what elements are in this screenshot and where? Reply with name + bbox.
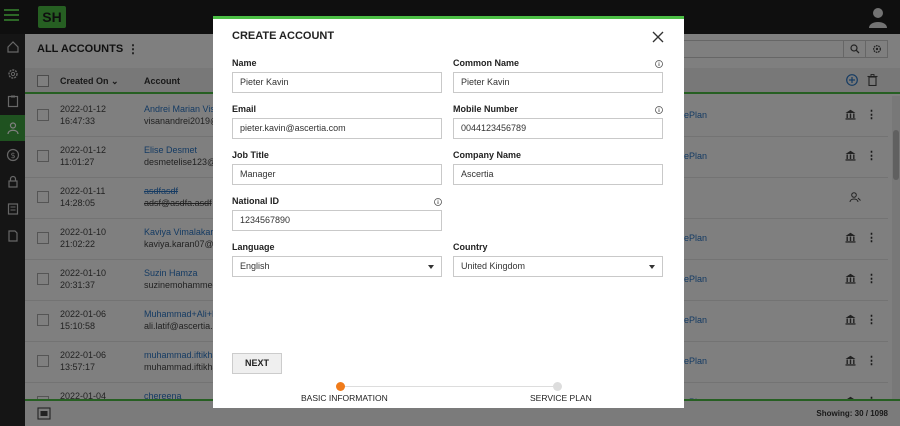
job-title-label: Job Title	[232, 150, 269, 160]
email-label: Email	[232, 104, 257, 114]
dropdown-caret-icon	[428, 265, 434, 269]
close-icon[interactable]	[652, 31, 664, 43]
info-icon[interactable]	[434, 198, 442, 206]
stepper-line	[340, 386, 557, 387]
step-dot-basic-information[interactable]	[336, 382, 345, 391]
dropdown-caret-icon	[649, 265, 655, 269]
language-select[interactable]: English	[232, 256, 442, 277]
step-label-service-plan: SERVICE PLAN	[530, 393, 592, 403]
modal-title: CREATE ACCOUNT	[232, 30, 335, 42]
info-icon[interactable]	[655, 60, 663, 68]
job-title-input[interactable]: Manager	[232, 164, 442, 185]
create-account-modal: CREATE ACCOUNT Name Pieter Kavin Common …	[213, 16, 684, 408]
country-label: Country	[453, 242, 488, 252]
mobile-number-label: Mobile Number	[453, 104, 519, 114]
language-label: Language	[232, 242, 275, 252]
name-input[interactable]: Pieter Kavin	[232, 72, 442, 93]
name-label: Name	[232, 58, 257, 68]
company-name-label: Company Name	[453, 150, 522, 160]
country-selected-value: United Kingdom	[461, 261, 526, 271]
next-button[interactable]: NEXT	[232, 353, 282, 374]
common-name-input[interactable]: Pieter Kavin	[453, 72, 663, 93]
mobile-number-input[interactable]: 0044123456789	[453, 118, 663, 139]
company-name-input[interactable]: Ascertia	[453, 164, 663, 185]
info-icon[interactable]	[655, 106, 663, 114]
language-selected-value: English	[240, 261, 270, 271]
common-name-label: Common Name	[453, 58, 520, 68]
email-input[interactable]: pieter.kavin@ascertia.com	[232, 118, 442, 139]
step-label-basic-information: BASIC INFORMATION	[301, 393, 388, 403]
step-dot-service-plan[interactable]	[553, 382, 562, 391]
country-select[interactable]: United Kingdom	[453, 256, 663, 277]
national-id-label: National ID	[232, 196, 280, 206]
national-id-input[interactable]: 1234567890	[232, 210, 442, 231]
